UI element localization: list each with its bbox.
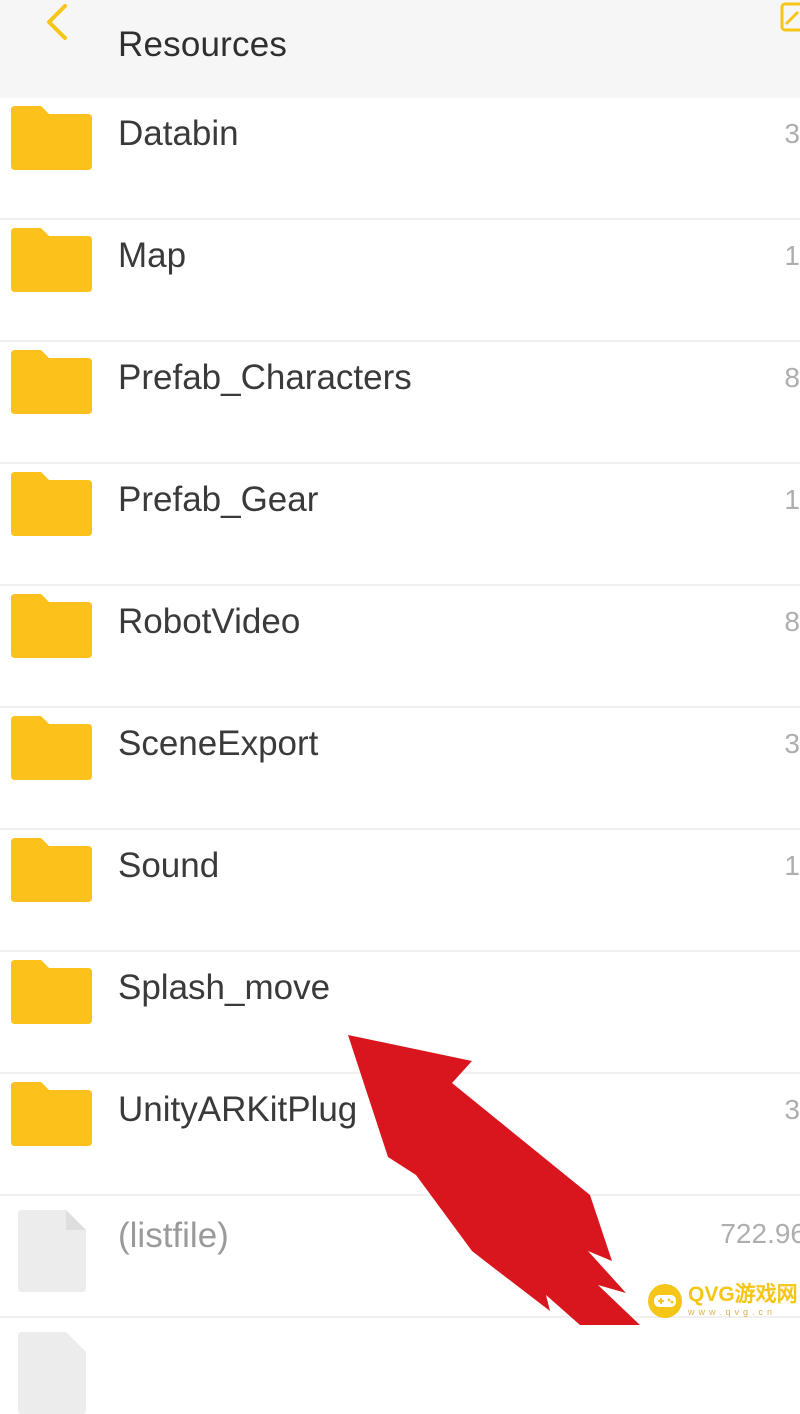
- folder-icon: [11, 838, 92, 902]
- folder-icon: [11, 960, 92, 1024]
- folder-icon: [11, 472, 92, 536]
- item-meta: 1: [784, 240, 800, 271]
- list-item-folder[interactable]: Splash_move: [0, 952, 800, 1074]
- chevron-left-icon: [47, 4, 67, 40]
- folder-icon: [11, 716, 92, 780]
- item-name: UnityARKitPlug: [118, 1090, 358, 1129]
- edit-icon[interactable]: [778, 0, 800, 36]
- watermark: QVG游戏网 www.qvg.cn: [648, 1276, 800, 1325]
- item-meta: 8: [784, 606, 800, 637]
- item-name: Splash_move: [118, 968, 331, 1007]
- page-title: Resources: [118, 25, 288, 64]
- item-meta: 1: [784, 850, 800, 881]
- item-name: Prefab_Characters: [118, 358, 412, 397]
- item-name: Sound: [118, 846, 220, 885]
- folder-icon: [11, 1082, 92, 1146]
- item-name: Map: [118, 236, 187, 275]
- list-item-folder[interactable]: Prefab_Gear 1: [0, 464, 800, 586]
- folder-icon: [11, 228, 92, 292]
- item-name: (listfile): [118, 1216, 229, 1255]
- item-meta: 3: [784, 1094, 800, 1125]
- list-item-folder[interactable]: SceneExport 3: [0, 708, 800, 830]
- gamepad-icon: [648, 1283, 682, 1318]
- watermark-subtext: www.qvg.cn: [688, 1307, 777, 1317]
- list-item-folder[interactable]: Map 1: [0, 220, 800, 342]
- item-name: RobotVideo: [118, 602, 301, 641]
- folder-icon: [11, 594, 92, 658]
- item-size: 722.96: [720, 1218, 800, 1249]
- list-item-folder[interactable]: RobotVideo 8: [0, 586, 800, 708]
- item-name: SceneExport: [118, 724, 319, 763]
- list-item-folder[interactable]: UnityARKitPlug 3: [0, 1074, 800, 1196]
- file-icon: [18, 1332, 86, 1414]
- list-item-folder[interactable]: Databin 3: [0, 98, 800, 220]
- watermark-text: QVG游戏网: [688, 1283, 798, 1306]
- list-item-folder[interactable]: Prefab_Characters 8: [0, 342, 800, 464]
- list-item-folder[interactable]: Sound 1: [0, 830, 800, 952]
- file-list: Databin 3 Map 1 Prefab_Characters 8 Pref…: [0, 98, 800, 1414]
- app-header: Resources: [0, 0, 800, 98]
- item-meta: 8: [784, 362, 800, 393]
- item-name: Databin: [118, 114, 239, 153]
- folder-icon: [11, 106, 92, 170]
- item-meta: 1: [784, 484, 800, 515]
- item-meta: 3: [784, 118, 800, 149]
- item-meta: 3: [784, 728, 800, 759]
- folder-icon: [11, 350, 92, 414]
- file-icon: [18, 1210, 86, 1292]
- item-name: Prefab_Gear: [118, 480, 319, 519]
- back-button[interactable]: [34, 0, 78, 44]
